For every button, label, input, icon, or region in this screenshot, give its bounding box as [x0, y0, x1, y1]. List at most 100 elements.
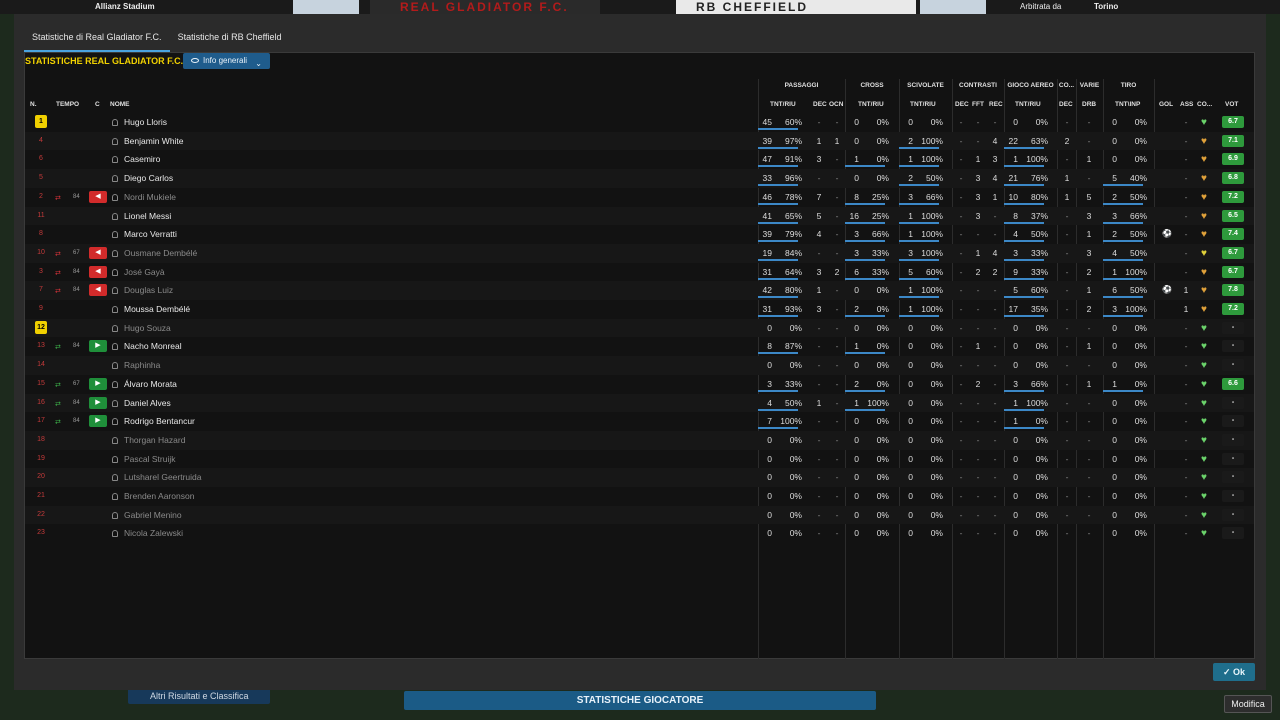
player-name[interactable]: Nacho Monreal	[124, 341, 182, 351]
eye-icon	[191, 58, 199, 63]
column-header-tiro[interactable]: TNT\INP	[1115, 101, 1140, 108]
player-name[interactable]: Nordi Mukiele	[124, 192, 176, 202]
player-name[interactable]: Hugo Lloris	[124, 117, 167, 127]
player-name[interactable]: Pascal Struijk	[124, 454, 176, 464]
stat-success-pct: 37%	[1030, 210, 1048, 221]
table-row[interactable]: 22 Gabriel Menino 0 0% - - 0 0% 0 0% - - - 0 0% - - 0 0% - ♥…	[25, 505, 1254, 525]
shirt-number: 17	[37, 417, 45, 425]
player-name[interactable]: Brenden Aaronson	[124, 491, 194, 501]
stat-success-pct: 0%	[876, 135, 889, 146]
player-stats-button[interactable]: STATISTICHE GIOCATORE	[404, 691, 876, 710]
player-name[interactable]: Gabriel Menino	[124, 510, 182, 520]
column-header-codec[interactable]: DEC	[1059, 101, 1073, 108]
tab-home-stats[interactable]: Statistiche di Real Gladiator F.C.	[24, 26, 170, 52]
stat-value: -	[1065, 322, 1069, 333]
table-row[interactable]: 2 ⇄ 84 ◀ Nordi Mukiele 46 78% 7-8 25% 3 66% -3 1 10 80…	[25, 188, 1254, 207]
player-name[interactable]: Raphinha	[124, 360, 160, 370]
table-row[interactable]: 7 ⇄ 84 ◀ Douglas Luiz 42 80% 1 - 0 0% 1 100% - - - 5 60% -…	[25, 281, 1254, 300]
table-row[interactable]: 1 Hugo Lloris 45 60% - - 0 0% 0 0% - - - 0 0% - - 0 0% - ♥ 6.…	[25, 113, 1254, 132]
table-row[interactable]: 19 Pascal Struijk 0 0% - - 0 0% 0 0% - - - 0 0% - - 0 0% - ♥…	[25, 450, 1254, 469]
stat-success-pct: 0%	[1035, 117, 1048, 127]
tab-away-stats[interactable]: Statistiche di RB Cheffield	[170, 26, 290, 52]
table-row[interactable]: 17 ⇄ 84 ▶ Rodrigo Bentancur 7 100% - -0 0% 0 0% - - -1…	[25, 412, 1254, 431]
stat-success-pct: 0%	[930, 472, 943, 483]
player-name[interactable]: Hugo Souza	[124, 323, 171, 333]
column-header-scivolate[interactable]: TNT/RIU	[910, 101, 936, 108]
player-name[interactable]: Ousmane Dembélé	[124, 248, 197, 258]
table-row[interactable]: 16 ⇄ 84 ▶ Daniel Alves 4 50% 1 - 1 100% 0 0% - - - 1 100%…	[25, 393, 1254, 413]
stat-value: -	[959, 434, 963, 445]
table-row[interactable]: 9 Moussa Dembélé 31 93% 3-2 0% 1 100% - - -17 35% -2…	[25, 300, 1254, 319]
column-header-cross[interactable]: TNT/RIU	[858, 101, 884, 108]
player-name[interactable]: Marco Verratti	[124, 229, 177, 239]
stat-value: -	[1087, 509, 1091, 520]
column-header-rec[interactable]: REC	[989, 101, 1003, 108]
player-name[interactable]: Moussa Dembélé	[124, 304, 190, 314]
table-row[interactable]: 13 ⇄ 84 ▶ Nacho Monreal 8 87% - - 1 0% 0 0% - 1 - 0 0% - 1 0…	[25, 337, 1254, 356]
player-name[interactable]: Rodrigo Bentancur	[124, 416, 195, 426]
player-name[interactable]: Diego Carlos	[124, 173, 173, 183]
stat-success-pct: 100%	[780, 416, 802, 427]
column-header-cdec[interactable]: DEC	[955, 101, 969, 108]
column-header-n[interactable]: N.	[30, 101, 37, 108]
player-name[interactable]: Lionel Messi	[124, 211, 171, 221]
stat-success-pct: 25%	[871, 210, 889, 221]
player-name[interactable]: Thorgan Hazard	[124, 435, 185, 445]
stat-attempts: 2	[1112, 229, 1117, 240]
player-name[interactable]: Lutsharel Geertruida	[124, 472, 202, 482]
stat-value: 1	[834, 135, 840, 146]
player-name[interactable]: Casemiro	[124, 154, 160, 164]
stat-value: -	[817, 378, 821, 389]
stat-value: -	[1087, 322, 1091, 333]
stat-bar	[845, 352, 885, 355]
other-results-button[interactable]: Altri Risultati e Classifica	[128, 688, 270, 704]
player-icon	[112, 493, 118, 500]
table-row[interactable]: 18 Thorgan Hazard 0 0% - - 0 0% 0 0% - - - 0 0% - - 0 0% - ♥…	[25, 430, 1254, 450]
view-dropdown[interactable]: Info generali ⌄	[183, 53, 270, 69]
stat-success-pct: 96%	[784, 173, 802, 184]
player-icon	[112, 380, 118, 388]
column-header-ocn[interactable]: OCN	[829, 101, 843, 108]
table-row[interactable]: 4 Benjamin White 39 97% 1 1 0 0% 2 100% - -4 22 63% 2-…	[25, 131, 1254, 151]
table-row[interactable]: 5 Diego Carlos 33 96% - - 0 0% 2 50% - 3 4 21 76% 1 - 5 40…	[25, 169, 1254, 188]
column-header-fft[interactable]: FFT	[972, 101, 984, 108]
column-header-tempo[interactable]: TEMPO	[56, 101, 79, 108]
stat-value: -	[976, 528, 980, 539]
player-name[interactable]: José Gayà	[124, 267, 165, 277]
player-name[interactable]: Daniel Alves	[124, 398, 171, 408]
column-header-nome[interactable]: NOME	[110, 101, 130, 108]
table-row[interactable]: 23 Nicola Zalewski 0 0% - - 0 0% 0 0% - - - 0 0% - - 0 0% -…	[25, 524, 1254, 543]
column-header-drb[interactable]: DRB	[1082, 101, 1096, 108]
column-header-aereo[interactable]: TNT/RIU	[1015, 101, 1041, 108]
column-header-ass[interactable]: ASS	[1180, 101, 1193, 108]
table-row[interactable]: 21 Brenden Aaronson 0 0% - - 0 0% 0 0% - - - 0 0% - - 0 0%…	[25, 487, 1254, 506]
table-row[interactable]: 11 Lionel Messi 41 65% 5-16 25% 1 100% -3-8 37% -3…	[25, 206, 1254, 226]
table-row[interactable]: 6 Casemiro 47 91% 3-1 0% 1 100% -1 3 1 100% -1 0 0% - ♥ 6…	[25, 150, 1254, 169]
column-header-c[interactable]: C	[95, 101, 100, 108]
stat-success-pct: 0%	[1035, 341, 1048, 352]
stat-attempts: 1	[854, 154, 859, 165]
table-row[interactable]: 15 ⇄ 67 ▶ Álvaro Morata 3 33% - - 2 0% 0 0% - 2 - 3 66% - 1…	[25, 375, 1254, 394]
column-header-dec[interactable]: DEC	[813, 101, 827, 108]
column-header-vot[interactable]: VOT	[1225, 101, 1238, 108]
stat-bar	[899, 165, 939, 168]
table-row[interactable]: 8 Marco Verratti 39 79% 4 - 3 66% 1 100% - - - 4 50% - 1…	[25, 225, 1254, 244]
table-row[interactable]: 3 ⇄ 84 ◀ José Gayà 31 64% 3 2 6 33% 5 60% -2 2 9 33% -2 1 1…	[25, 263, 1254, 282]
player-name[interactable]: Douglas Luiz	[124, 285, 173, 295]
player-name[interactable]: Álvaro Morata	[124, 379, 177, 389]
ok-button[interactable]: ✓ Ok	[1213, 663, 1255, 681]
edit-button[interactable]: Modifica	[1224, 695, 1272, 713]
column-header-pass[interactable]: TNT/RIU	[770, 101, 796, 108]
table-row[interactable]: 10 ⇄ 67 ◀ Ousmane Dembélé 19 84% - -3 33% 3 100% -1 4…	[25, 243, 1254, 263]
player-name[interactable]: Benjamin White	[124, 136, 184, 146]
stat-success-pct: 100%	[921, 210, 943, 221]
player-name[interactable]: Nicola Zalewski	[124, 528, 183, 538]
table-row[interactable]: 14 Raphinha 0 0% - - 0 0% 0 0% - - - 0 0% - - 0 0% - ♥ -	[25, 356, 1254, 375]
stat-value: -	[1087, 135, 1091, 146]
column-header-gol[interactable]: GOL	[1159, 101, 1173, 108]
table-row[interactable]: 20 Lutsharel Geertruida 0 0% - - 0 0% 0 0% - - - 0 0% -…	[25, 468, 1254, 487]
column-header-co[interactable]: CO...	[1197, 101, 1212, 108]
stat-bar	[1004, 315, 1044, 317]
stat-value: -	[959, 378, 963, 389]
table-row[interactable]: 12 Hugo Souza 0 0% - - 0 0% 0 0% - - - 0 0% - - 0 0% - ♥ -	[25, 318, 1254, 338]
